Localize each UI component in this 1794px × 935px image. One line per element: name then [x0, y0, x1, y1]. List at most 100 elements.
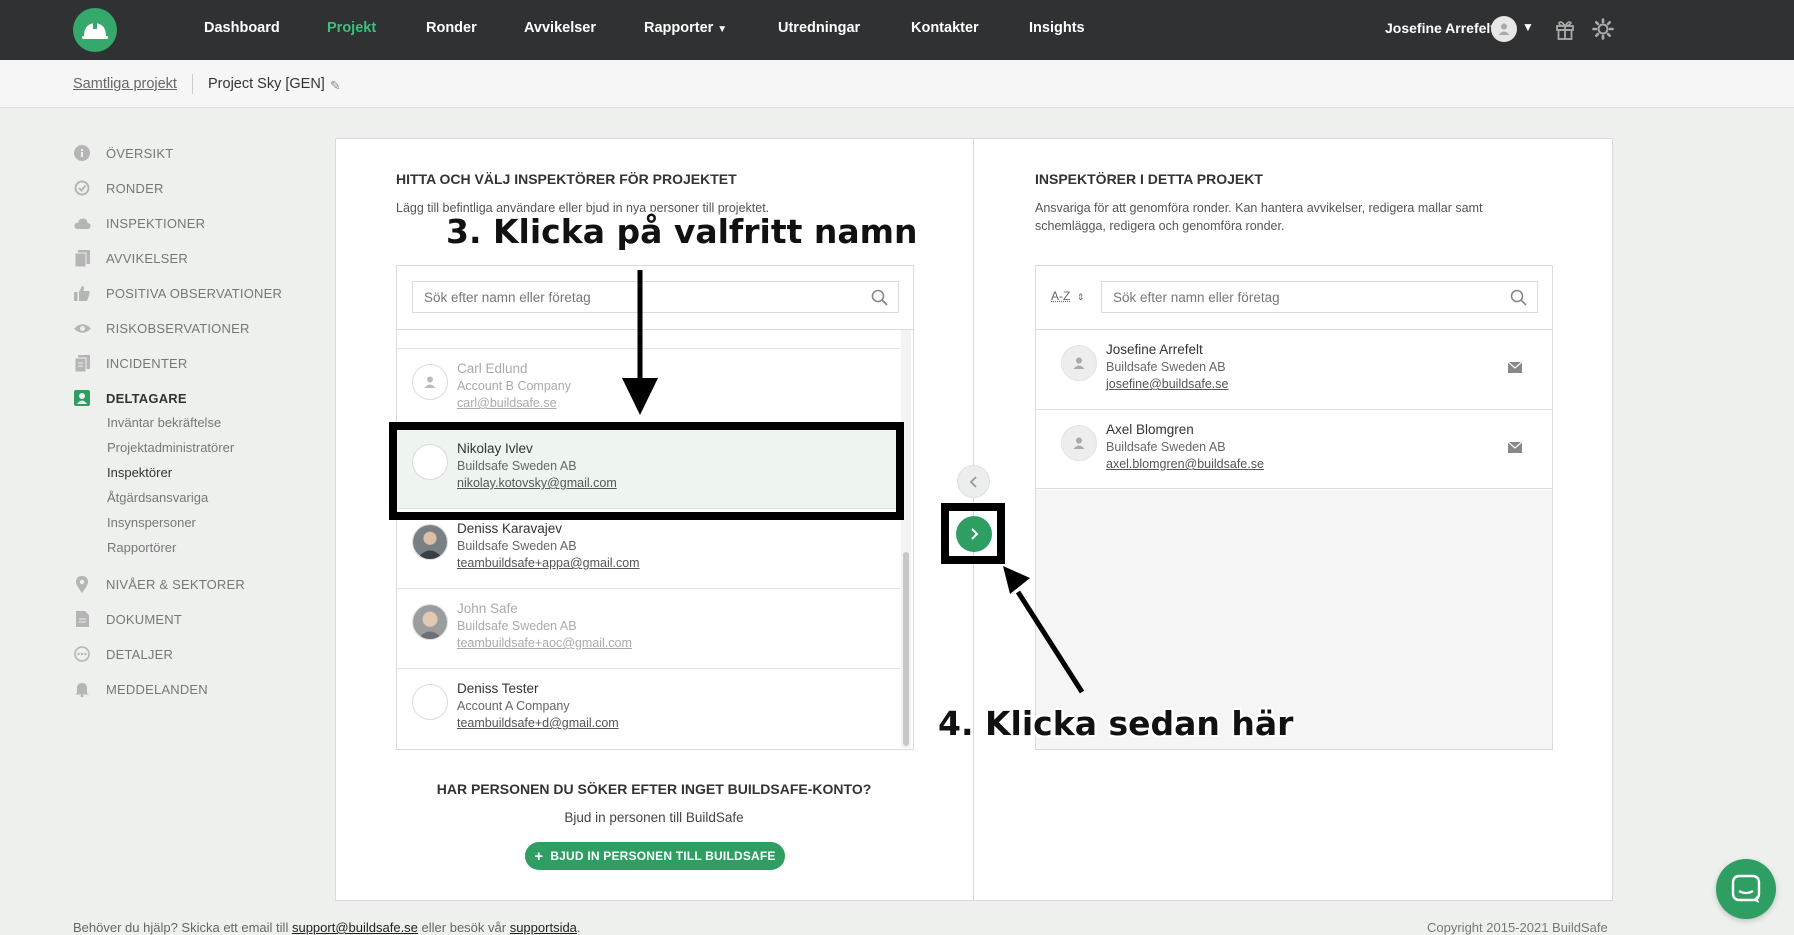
sidebar-item-dokument[interactable]: DOKUMENT — [73, 610, 182, 628]
nav-dashboard[interactable]: Dashboard — [204, 20, 280, 36]
annotation-highlight-move-button — [941, 503, 1005, 564]
footer-help-prefix: Behöver du hjälp? Skicka ett email till — [73, 920, 289, 935]
person-company: Buildsafe Sweden AB — [1106, 440, 1226, 454]
person-icon — [424, 376, 436, 388]
invite-person-button[interactable]: + BJUD IN PERSONEN TILL BUILDSAFE — [525, 842, 785, 870]
gift-icon[interactable] — [1555, 18, 1575, 40]
chat-button[interactable] — [1716, 859, 1776, 919]
info-icon — [73, 144, 91, 162]
list-item[interactable]: Axel Blomgren Buildsafe Sweden AB axel.b… — [1036, 409, 1552, 489]
sidebar-item-positiva-observationer[interactable]: POSITIVA OBSERVATIONER — [73, 284, 282, 302]
person-company: Buildsafe Sweden AB — [457, 619, 577, 633]
clipboard-icon — [73, 354, 91, 372]
footer-support-page-link[interactable]: supportsida — [510, 920, 577, 935]
left-panel-title: HITTA OCH VÄLJ INSPEKTÖRER FÖR PROJEKTET — [396, 171, 737, 187]
left-search-input[interactable]: Sök efter namn eller företag — [412, 281, 899, 313]
nav-insights[interactable]: Insights — [1029, 20, 1085, 36]
user-name[interactable]: Josefine Arrefelt — [1385, 20, 1495, 36]
nav-avvikelser[interactable]: Avvikelser — [524, 20, 596, 36]
right-panel-description: Ansvariga för att genomföra ronder. Kan … — [1035, 201, 1483, 233]
nav-projekt[interactable]: Projekt — [327, 20, 376, 36]
nav-ronder[interactable]: Ronder — [426, 20, 477, 36]
list-scrollbar-thumb[interactable] — [903, 552, 909, 746]
sidebar-item-label: DOKUMENT — [106, 611, 182, 627]
list-item[interactable]: Deniss Karavajev Buildsafe Sweden AB tea… — [397, 508, 900, 588]
list-item[interactable]: Deniss Tester Account A Company teambuil… — [397, 668, 900, 748]
search-placeholder: Sök efter namn eller företag — [424, 290, 591, 305]
person-icon — [73, 389, 91, 407]
person-email[interactable]: teambuildsafe+aoc@gmail.com — [457, 636, 632, 650]
pencil-icon[interactable]: ✎ — [330, 78, 341, 94]
invite-button-label: BJUD IN PERSONEN TILL BUILDSAFE — [550, 849, 776, 863]
list-item[interactable]: Josefine Arrefelt Buildsafe Sweden AB jo… — [1036, 329, 1552, 409]
sidebar-sub-inspektorer[interactable]: Inspektörer — [107, 465, 172, 480]
avatar — [412, 604, 448, 640]
sidebar-item-deltagare[interactable]: DELTAGARE — [73, 389, 187, 407]
buildsafe-logo[interactable] — [73, 8, 117, 52]
list-item[interactable]: John Safe Buildsafe Sweden AB teambuilds… — [397, 588, 900, 668]
top-navbar: Dashboard Projekt Ronder Avvikelser Rapp… — [0, 0, 1794, 60]
person-email[interactable]: carl@buildsafe.se — [457, 396, 557, 410]
sidebar-sub-invantar-bekraftelse[interactable]: Inväntar bekräftelse — [107, 415, 221, 430]
sidebar-item-detaljer[interactable]: DETALJER — [73, 645, 173, 663]
breadcrumb-current-project: Project Sky [GEN] — [208, 76, 325, 92]
search-icon[interactable] — [1510, 289, 1527, 306]
mail-icon[interactable] — [1508, 442, 1522, 453]
search-icon[interactable] — [871, 289, 888, 306]
plus-icon: + — [534, 847, 544, 865]
sort-toggle[interactable]: A-Z ⇕ — [1051, 289, 1084, 303]
sidebar-item-avvikelser[interactable]: AVVIKELSER — [73, 249, 188, 267]
person-email[interactable]: teambuildsafe+appa@gmail.com — [457, 556, 640, 570]
sidebar-item-incidenter[interactable]: INCIDENTER — [73, 354, 187, 372]
nav-utredningar[interactable]: Utredningar — [778, 20, 860, 36]
avatar — [1061, 345, 1097, 381]
hardhat-icon — [82, 21, 108, 39]
annotation-step3-text: 3. Klicka på valfritt namn — [446, 212, 918, 251]
sidebar-item-nivaer-sektorer[interactable]: NIVÅER & SEKTORER — [73, 575, 245, 593]
sidebar-sub-insynspersoner[interactable]: Insynspersoner — [107, 515, 196, 530]
person-email[interactable]: axel.blomgren@buildsafe.se — [1106, 457, 1264, 471]
sidebar-item-meddelanden[interactable]: MEDDELANDEN — [73, 680, 208, 698]
mail-icon[interactable] — [1508, 362, 1522, 373]
person-name: Josefine Arrefelt — [1106, 342, 1203, 357]
person-email[interactable]: teambuildsafe+d@gmail.com — [457, 716, 619, 730]
footer-support-email-link[interactable]: support@buildsafe.se — [292, 920, 418, 935]
breadcrumb-all-projects[interactable]: Samtliga projekt — [73, 76, 177, 92]
eye-icon — [73, 319, 91, 337]
nav-rapporter[interactable]: Rapporter ▼ — [644, 20, 727, 36]
person-icon — [1498, 23, 1510, 35]
check-circle-icon — [73, 179, 91, 197]
gear-icon[interactable] — [1592, 18, 1614, 40]
person-photo-icon — [413, 525, 447, 559]
person-company: Account B Company — [457, 379, 571, 393]
chat-bubble-icon — [1731, 874, 1761, 903]
avatar — [412, 364, 448, 400]
nav-kontakter[interactable]: Kontakter — [911, 20, 979, 36]
sidebar-sub-rapportorer[interactable]: Rapportörer — [107, 540, 176, 555]
partial-hidden-row — [452, 323, 572, 331]
right-search-input[interactable]: Sök efter namn eller företag — [1101, 281, 1538, 313]
sidebar-item-inspektioner[interactable]: INSPEKTIONER — [73, 214, 205, 232]
user-menu-chevron-icon[interactable]: ▼ — [1522, 20, 1534, 34]
sidebar-item-label: AVVIKELSER — [106, 250, 188, 266]
cloud-icon — [73, 214, 91, 232]
user-avatar[interactable] — [1491, 16, 1517, 42]
annotation-step4-text: 4. Klicka sedan här — [938, 704, 1294, 743]
sidebar-item-label: ÖVERSIKT — [106, 145, 174, 161]
person-icon — [1073, 437, 1085, 449]
sidebar-item-ronder[interactable]: RONDER — [73, 179, 164, 197]
sidebar-sub-projektadministratorer[interactable]: Projektadministratörer — [107, 440, 234, 455]
sidebar-item-oversikt[interactable]: ÖVERSIKT — [73, 144, 173, 162]
chevron-down-icon: ▼ — [717, 24, 728, 35]
sidebar-item-label: RISKOBSERVATIONER — [106, 320, 250, 336]
move-left-button[interactable] — [957, 465, 990, 498]
chevron-left-icon — [969, 475, 977, 488]
sidebar-item-riskobservationer[interactable]: RISKOBSERVATIONER — [73, 319, 250, 337]
sidebar-item-label: RONDER — [106, 180, 164, 196]
sidebar-sub-atgardsansvariga[interactable]: Åtgärdsansvariga — [107, 490, 208, 505]
search-placeholder: Sök efter namn eller företag — [1113, 290, 1280, 305]
list-item[interactable]: Carl Edlund Account B Company carl@build… — [397, 348, 900, 428]
person-photo-icon — [413, 605, 447, 639]
person-email[interactable]: josefine@buildsafe.se — [1106, 377, 1229, 391]
bell-icon — [73, 680, 91, 698]
